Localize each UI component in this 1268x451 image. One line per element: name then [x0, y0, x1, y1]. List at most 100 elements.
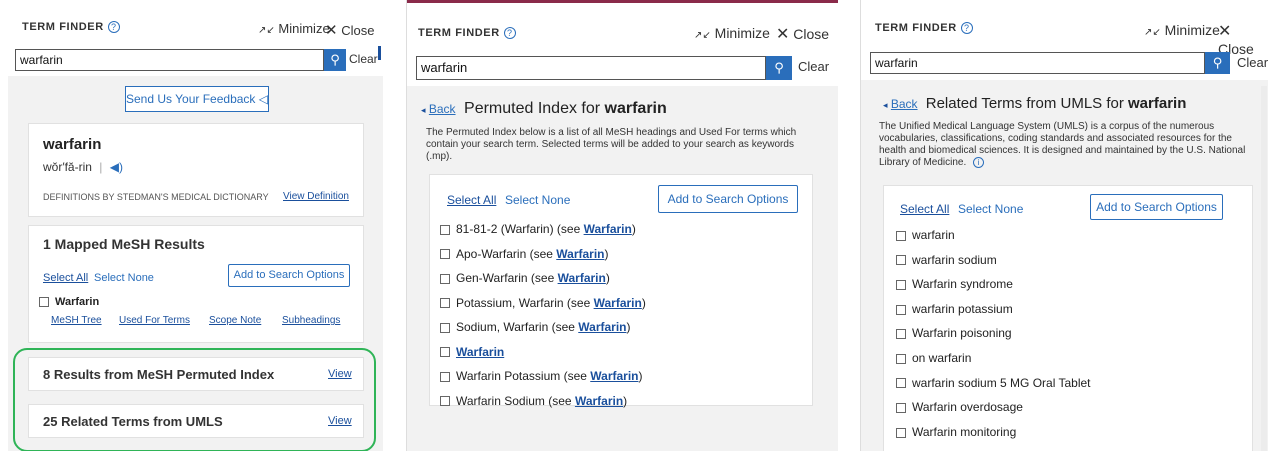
list-item-label: Warfarin Potassium (see: [456, 369, 591, 383]
search-row: warfarin ⚲ Clear: [870, 52, 1268, 74]
scrollbar[interactable]: [1261, 86, 1267, 451]
minimize-icon: ↗↙: [694, 30, 711, 41]
close-button[interactable]: ✕ Close: [776, 24, 829, 44]
list-item-checkbox[interactable]: [440, 396, 450, 407]
list-item-link[interactable]: Warfarin: [456, 345, 504, 359]
list-item-label: Warfarin syndrome: [912, 277, 1013, 292]
search-button[interactable]: ⚲: [766, 56, 792, 80]
clear-button[interactable]: Clear: [1237, 55, 1268, 70]
search-input[interactable]: warfarin: [416, 56, 766, 80]
list-item-link[interactable]: Warfarin: [575, 394, 623, 408]
list-item-checkbox[interactable]: [440, 224, 450, 235]
list-item[interactable]: Warfarin: [440, 345, 810, 370]
select-all-link[interactable]: Select All: [900, 202, 949, 216]
list-item-checkbox[interactable]: [896, 378, 906, 389]
list-item-link[interactable]: Warfarin: [558, 271, 606, 285]
list-item[interactable]: Apo-Warfarin (see Warfarin): [440, 247, 810, 272]
add-to-search-button[interactable]: Add to Search Options: [228, 264, 350, 287]
feedback-label: Send Us Your Feedback: [126, 92, 256, 106]
list-item-checkbox[interactable]: [896, 353, 906, 364]
add-to-search-button[interactable]: Add to Search Options: [1090, 194, 1223, 220]
list-item[interactable]: warfarin sodium 5 MG Oral Tablet: [896, 376, 1246, 401]
list-item-checkbox[interactable]: [896, 230, 906, 241]
top-accent: [407, 0, 838, 3]
search-input[interactable]: warfarin: [15, 49, 324, 71]
help-icon[interactable]: ?: [503, 27, 516, 39]
list-item[interactable]: Sodium, Warfarin (see Warfarin): [440, 320, 810, 345]
list-item-label: Potassium, Warfarin (see: [456, 295, 594, 310]
megaphone-icon: ◁: [258, 92, 268, 106]
list-item-link[interactable]: Warfarin: [584, 222, 632, 236]
list-item[interactable]: on warfarin: [896, 351, 1246, 376]
list-item[interactable]: Warfarin poisoning: [896, 326, 1246, 351]
list-item-link[interactable]: Warfarin: [578, 320, 626, 334]
list-item-checkbox[interactable]: [440, 249, 450, 260]
page-heading: ◂ Back Related Terms from UMLS for warfa…: [883, 95, 1186, 112]
minimize-button[interactable]: ↗↙ Minimize: [258, 21, 330, 36]
list-item[interactable]: Warfarin syndrome: [896, 277, 1246, 302]
list-item-checkbox[interactable]: [896, 427, 906, 438]
list-item-link[interactable]: Warfarin: [594, 296, 642, 310]
list-item-link[interactable]: Warfarin: [556, 247, 604, 261]
list-item-label: on warfarin: [912, 350, 972, 365]
select-none-link[interactable]: Select None: [94, 272, 154, 284]
view-definition-link[interactable]: View Definition: [283, 191, 349, 202]
back-link[interactable]: ◂ Back: [421, 102, 456, 116]
mesh-item[interactable]: Warfarin: [39, 296, 99, 308]
list-item[interactable]: Warfarin overdosage: [896, 400, 1246, 425]
list-item-checkbox[interactable]: [896, 255, 906, 266]
list-item[interactable]: Warfarin Potassium (see Warfarin): [440, 369, 810, 394]
close-button[interactable]: ✕ Close: [325, 21, 374, 39]
list-item-checkbox[interactable]: [440, 347, 450, 358]
list-item[interactable]: Gen-Warfarin (see Warfarin): [440, 271, 810, 296]
search-button[interactable]: ⚲: [1205, 52, 1230, 74]
select-all-link[interactable]: Select All: [447, 193, 496, 207]
back-arrow-icon: ◂: [883, 100, 888, 110]
list-item-checkbox[interactable]: [440, 298, 450, 309]
select-none-link[interactable]: Select None: [505, 193, 570, 207]
list-item[interactable]: 81-81-2 (Warfarin) (see Warfarin): [440, 222, 810, 247]
subheadings-link[interactable]: Subheadings: [282, 315, 340, 326]
close-icon: ✕: [1218, 23, 1232, 40]
list-item-link[interactable]: Warfarin: [590, 369, 638, 383]
scope-note-link[interactable]: Scope Note: [209, 315, 261, 326]
list-item[interactable]: warfarin sodium: [896, 253, 1246, 278]
minimize-button[interactable]: ↗↙ Minimize: [1144, 22, 1220, 38]
speaker-icon[interactable]: ◀): [110, 160, 123, 174]
list-item[interactable]: warfarin potassium: [896, 302, 1246, 327]
list-item[interactable]: Warfarin Sodium (see Warfarin): [440, 394, 810, 419]
help-icon[interactable]: ?: [107, 21, 120, 33]
clear-button[interactable]: Clear: [798, 59, 829, 74]
info-icon[interactable]: i: [973, 157, 985, 168]
select-all-link[interactable]: Select All: [43, 272, 88, 284]
list-item-label: warfarin: [912, 228, 955, 242]
list-item-checkbox[interactable]: [896, 304, 906, 315]
list-item-checkbox[interactable]: [440, 322, 450, 333]
list-item[interactable]: Potassium, Warfarin (see Warfarin): [440, 296, 810, 321]
add-to-search-button[interactable]: Add to Search Options: [658, 185, 798, 213]
back-link[interactable]: ◂ Back: [883, 97, 918, 111]
edge-accent: [378, 46, 381, 60]
used-for-terms-link[interactable]: Used For Terms: [119, 315, 190, 326]
minimize-button[interactable]: ↗↙ Minimize: [694, 25, 770, 41]
term-finder-label: TERM FINDER: [22, 21, 104, 33]
heading-term: warfarin: [1128, 95, 1187, 112]
mesh-tree-link[interactable]: MeSH Tree: [51, 315, 102, 326]
list-item-label: Warfarin overdosage: [912, 400, 1023, 415]
list-item-checkbox[interactable]: [440, 371, 450, 382]
list-item[interactable]: warfarin: [896, 228, 1246, 253]
search-input[interactable]: warfarin: [870, 52, 1205, 74]
feedback-button[interactable]: Send Us Your Feedback ◁: [125, 86, 269, 112]
select-none-link[interactable]: Select None: [958, 202, 1023, 216]
list-item-checkbox[interactable]: [896, 280, 906, 291]
list-item[interactable]: Warfarin monitoring: [896, 425, 1246, 450]
help-icon[interactable]: ?: [960, 22, 973, 34]
list-item-checkbox[interactable]: [440, 273, 450, 284]
list-item-checkbox[interactable]: [896, 329, 906, 340]
term-finder-label: TERM FINDER: [875, 22, 957, 34]
clear-button[interactable]: Clear: [349, 52, 378, 66]
search-button[interactable]: ⚲: [324, 49, 346, 71]
mesh-item-checkbox[interactable]: [39, 297, 49, 308]
search-icon: ⚲: [330, 52, 340, 67]
list-item-checkbox[interactable]: [896, 402, 906, 413]
